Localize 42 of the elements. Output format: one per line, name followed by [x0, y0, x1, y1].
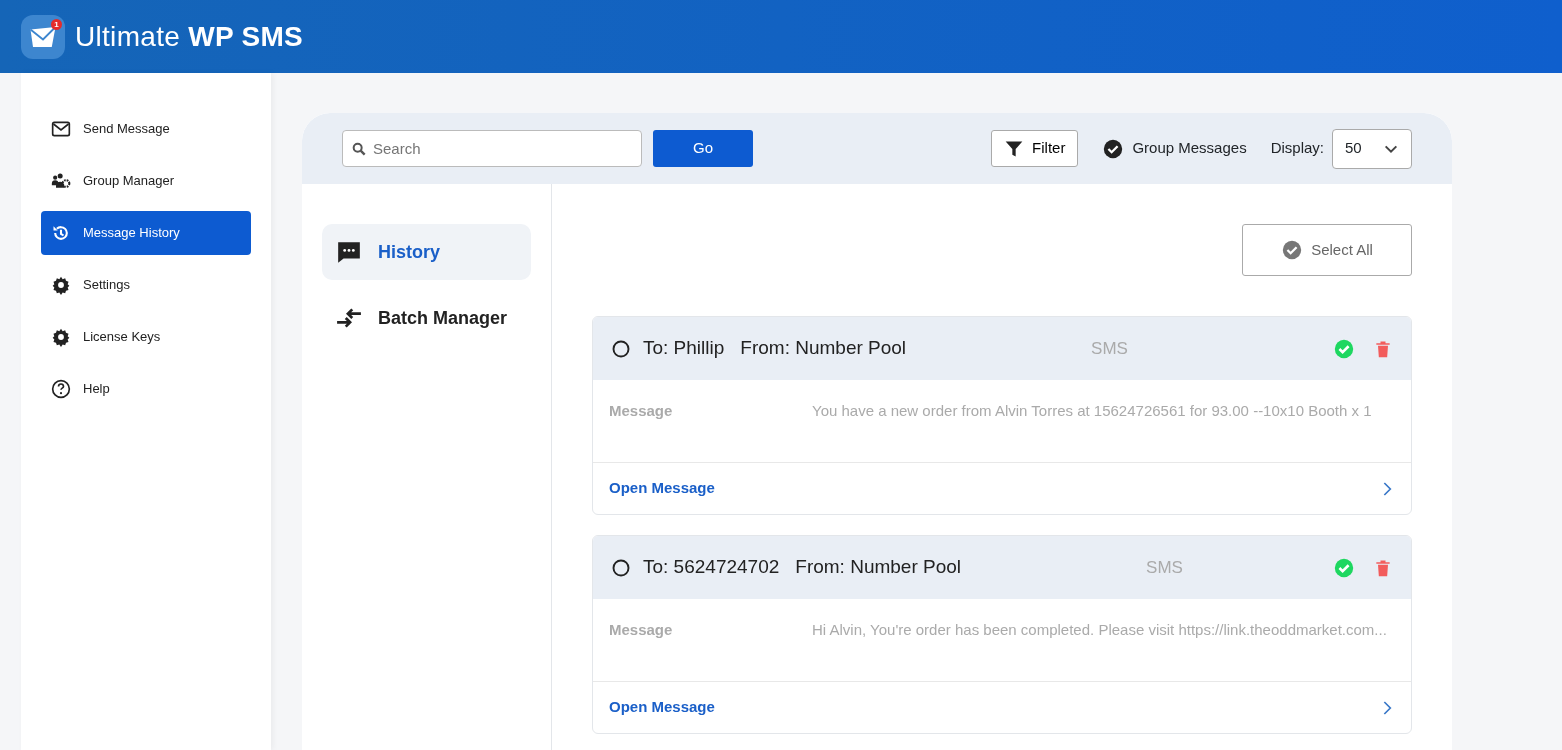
message-text: You have a new order from Alvin Torres at 15624726561 for 93.00 --10x10 Booth x 1: [812, 401, 1373, 421]
display-label: Display:: [1270, 138, 1324, 159]
app-title: Ultimate WP SMS: [75, 19, 304, 54]
group-messages-label: Group Messages: [1132, 138, 1247, 159]
search-icon: [351, 141, 367, 157]
recipient-text: To: Phillip: [643, 336, 725, 361]
subnav-tab[interactable]: History: [322, 224, 531, 280]
display-select[interactable]: 50: [1332, 128, 1412, 169]
go-button[interactable]: Go: [653, 130, 753, 167]
check-circle-icon: [1102, 137, 1125, 160]
filter-button[interactable]: Filter: [991, 130, 1079, 167]
message-type: SMS: [1091, 337, 1128, 360]
check-circle-icon: [1281, 239, 1304, 261]
sidebar-item[interactable]: Group Manager: [41, 159, 251, 203]
sidebar-item[interactable]: Message History: [41, 211, 251, 255]
message-text: Hi Alvin, You're order has been completed. Please visit https://link.theoddmarket.com...: [812, 620, 1388, 640]
radio-icon[interactable]: [611, 557, 631, 578]
sidebar-item[interactable]: License Keys: [41, 315, 251, 359]
radio-icon[interactable]: [611, 338, 631, 359]
select-all-button[interactable]: Select All: [1242, 224, 1412, 276]
envelope-icon: [51, 119, 71, 139]
sidebar-item[interactable]: Send Message: [41, 107, 251, 151]
notification-badge: 1: [51, 18, 62, 30]
history-icon: [51, 223, 71, 243]
sender-text: From: Number Pool: [795, 555, 962, 580]
search-field[interactable]: Search: [342, 130, 642, 167]
help-icon: [51, 379, 71, 399]
people-gear-icon: [51, 171, 71, 191]
sidebar-item[interactable]: Help: [41, 367, 251, 411]
sidebar-item[interactable]: Settings: [41, 263, 251, 307]
chat-icon: [336, 239, 362, 265]
message-label: Message: [609, 401, 674, 421]
open-message-link[interactable]: Open Message: [593, 682, 1411, 733]
sender-text: From: Number Pool: [740, 336, 907, 361]
open-message-link[interactable]: Open Message: [593, 463, 1411, 514]
message-label: Message: [609, 620, 674, 640]
subnav-tab[interactable]: Batch Manager: [322, 290, 531, 346]
recipient-text: To: 5624724702: [643, 555, 780, 580]
group-messages-toggle[interactable]: Group Messages: [1102, 137, 1247, 160]
message-type: SMS: [1146, 556, 1183, 579]
gear-icon: [51, 327, 71, 347]
gear-icon: [51, 275, 71, 295]
